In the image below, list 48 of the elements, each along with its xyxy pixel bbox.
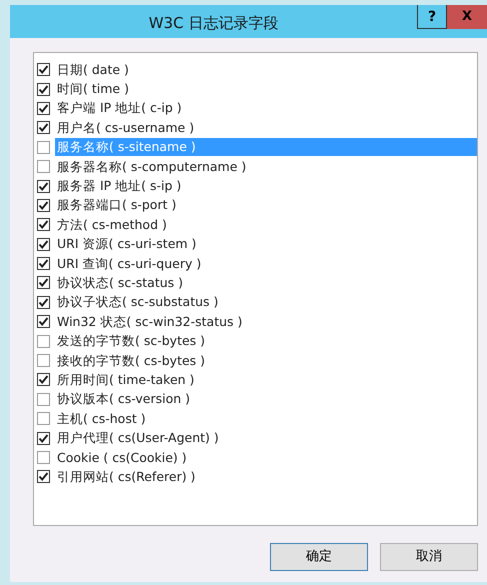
field-label[interactable]: 所用时间( time-taken ) — [55, 370, 196, 389]
field-label[interactable]: 日期( date ) — [55, 60, 131, 79]
checkbox[interactable] — [37, 63, 50, 76]
field-label[interactable]: Win32 状态( sc-win32-status ) — [55, 312, 244, 331]
checkbox[interactable] — [37, 432, 50, 445]
checkbox[interactable] — [37, 102, 50, 115]
checkbox[interactable] — [37, 296, 50, 309]
field-label[interactable]: 协议子状态( sc-substatus ) — [55, 293, 220, 312]
field-label[interactable]: 协议状态( sc-status ) — [55, 274, 186, 292]
checkbox[interactable] — [37, 160, 50, 174]
checkbox[interactable] — [37, 451, 50, 464]
field-label[interactable]: 时间( time ) — [55, 80, 131, 98]
ok-button[interactable]: 确定 — [270, 543, 368, 571]
field-label[interactable]: 接收的字节数( cs-bytes ) — [55, 352, 208, 370]
field-label[interactable]: 方法( cs-method ) — [55, 216, 169, 234]
field-label[interactable]: Cookie ( cs(Cookie) ) — [55, 448, 189, 466]
field-label[interactable]: URI 资源( cs-uri-stem ) — [55, 235, 198, 254]
checkbox[interactable] — [37, 276, 50, 290]
field-label[interactable]: 服务器名称( s-computername ) — [55, 158, 248, 176]
field-label[interactable]: 协议版本( cs-version ) — [55, 390, 192, 408]
checkbox[interactable] — [37, 354, 50, 368]
checkbox[interactable] — [37, 392, 50, 406]
checkbox[interactable] — [37, 257, 50, 270]
help-button[interactable]: ? — [417, 5, 447, 29]
field-label[interactable]: 客户端 IP 地址( c-ip ) — [55, 99, 184, 118]
close-button[interactable]: X — [447, 5, 487, 29]
window-title: W3C 日志记录字段 — [148, 13, 280, 34]
checkbox[interactable] — [37, 238, 50, 251]
checkbox[interactable] — [37, 470, 50, 484]
checkbox[interactable] — [37, 82, 50, 96]
checkbox[interactable] — [37, 140, 50, 154]
field-label[interactable]: 用户代理( cs(User-Agent) ) — [55, 429, 221, 448]
cancel-button[interactable]: 取消 — [380, 543, 478, 571]
field-label[interactable]: 用户名( cs-username ) — [55, 118, 196, 137]
checkbox[interactable] — [37, 180, 50, 193]
checkbox[interactable] — [37, 412, 50, 426]
checkbox[interactable] — [37, 373, 50, 386]
field-label[interactable]: 引用网站( cs(Referer) ) — [55, 468, 198, 486]
field-label[interactable]: 主机( cs-host ) — [55, 410, 148, 428]
field-label[interactable]: 服务器 IP 地址( s-ip ) — [55, 177, 184, 196]
checkbox[interactable] — [37, 121, 50, 134]
field-label[interactable]: 发送的字节数( sc-bytes ) — [55, 332, 208, 350]
field-label[interactable]: URI 查询( cs-uri-query ) — [55, 254, 204, 273]
checkbox[interactable] — [37, 198, 50, 212]
checkbox[interactable] — [37, 218, 50, 232]
checkbox[interactable] — [37, 315, 50, 328]
field-label[interactable]: 服务器端口( s-port ) — [55, 196, 178, 214]
checkbox[interactable] — [37, 334, 50, 348]
